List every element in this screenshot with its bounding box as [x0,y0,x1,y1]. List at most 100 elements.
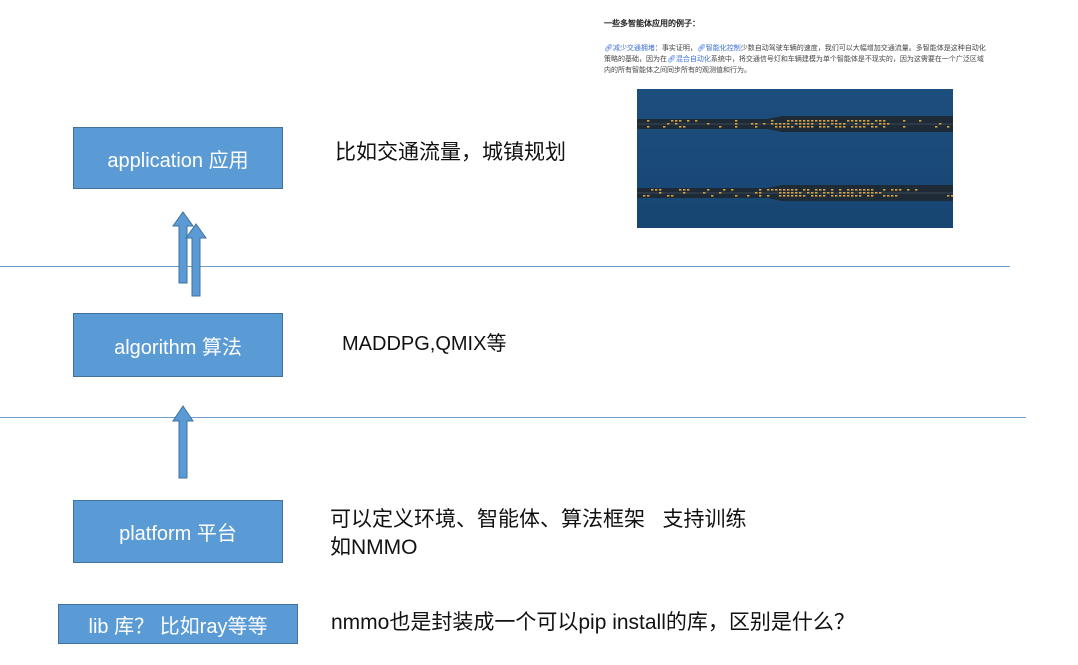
vehicle [863,120,866,122]
vehicle [707,189,710,191]
vehicle [803,126,806,128]
vehicle [683,189,686,191]
link-icon: 🔗︎ [667,55,676,63]
vehicle [783,123,786,125]
vehicle [875,120,878,122]
vehicle [855,195,858,197]
vehicle [879,120,882,122]
vehicle [803,123,806,125]
vehicle [915,189,918,191]
vehicle [831,120,834,122]
vehicle [951,195,953,197]
vehicle [935,126,938,128]
platform-box: platform 平台 [73,500,283,563]
vehicle [779,192,782,194]
vehicle [767,189,770,191]
vehicle [799,195,802,197]
vehicle [783,126,786,128]
vehicle [795,195,798,197]
road-lane [637,185,953,201]
vehicle [735,195,738,197]
vehicle [671,195,674,197]
snippet-link-control[interactable]: 智能化控制 [706,44,741,52]
vehicle [791,195,794,197]
vehicle [795,120,798,122]
vehicle [899,189,902,191]
vehicle [723,189,726,191]
road-lane [637,116,953,132]
vehicle [823,126,826,128]
vehicle [867,192,870,194]
vehicle [819,195,822,197]
vehicle [855,189,858,191]
vehicle [823,195,826,197]
vehicle [787,192,790,194]
vehicle [859,192,862,194]
vehicle [707,123,710,125]
vehicle [851,195,854,197]
vehicle [659,189,662,191]
vehicle [879,192,882,194]
vehicle [771,123,774,125]
vehicle [827,126,830,128]
vehicle [807,120,810,122]
vehicle [871,189,874,191]
vehicle [871,195,874,197]
vehicle [883,126,886,128]
vehicle [855,120,858,122]
vehicle [787,195,790,197]
vehicle [643,195,646,197]
lib-box: lib 库？ 比如ray等等 [58,604,298,644]
vehicle [679,120,682,122]
vehicle [683,126,686,128]
vehicle [799,126,802,128]
vehicle [751,123,754,125]
vehicle [811,123,814,125]
vehicle [839,126,842,128]
vehicle [771,189,774,191]
vehicle [919,120,922,122]
vehicle [843,126,846,128]
vehicle [855,123,858,125]
snippet-link-traffic[interactable]: 减少交通拥堵 [613,44,655,52]
vehicle [823,123,826,125]
vehicle [815,192,818,194]
vehicle [831,192,834,194]
vehicle [807,189,810,191]
vehicle [787,120,790,122]
vehicle [871,192,874,194]
vehicle [775,123,778,125]
vehicle [843,192,846,194]
vehicle [823,192,826,194]
snippet-link-mixed[interactable]: 混合自动化 [676,55,711,63]
vehicle [875,192,878,194]
vehicle [831,123,834,125]
vehicle [851,189,854,191]
traffic-road-image [637,89,953,228]
vehicle [867,123,870,125]
up-arrow-icon [185,223,207,297]
vehicle [875,126,878,128]
vehicle [859,189,862,191]
vehicle [871,123,874,125]
vehicle [787,126,790,128]
vehicle [883,120,886,122]
article-snippet: 一些多智能体应用的例子： 🔗︎减少交通拥堵：事实证明，🔗︎智能化控制少数自动驾驶… [600,18,990,76]
snippet-heading: 一些多智能体应用的例子： [604,19,700,28]
platform-description-line1: 可以定义环境、智能体、算法框架 支持训练 [330,508,747,531]
vehicle [835,120,838,122]
vehicle [819,126,822,128]
vehicle [779,195,782,197]
vehicle [711,195,714,197]
vehicle [755,123,758,125]
vehicle [887,123,890,125]
application-label: application 应用 [107,149,249,172]
vehicle [819,120,822,122]
vehicle [735,123,738,125]
vehicle [759,195,762,197]
vehicle [675,123,678,125]
vehicle [907,189,910,191]
vehicle [819,189,822,191]
vehicle [675,120,678,122]
vehicle [695,120,698,122]
